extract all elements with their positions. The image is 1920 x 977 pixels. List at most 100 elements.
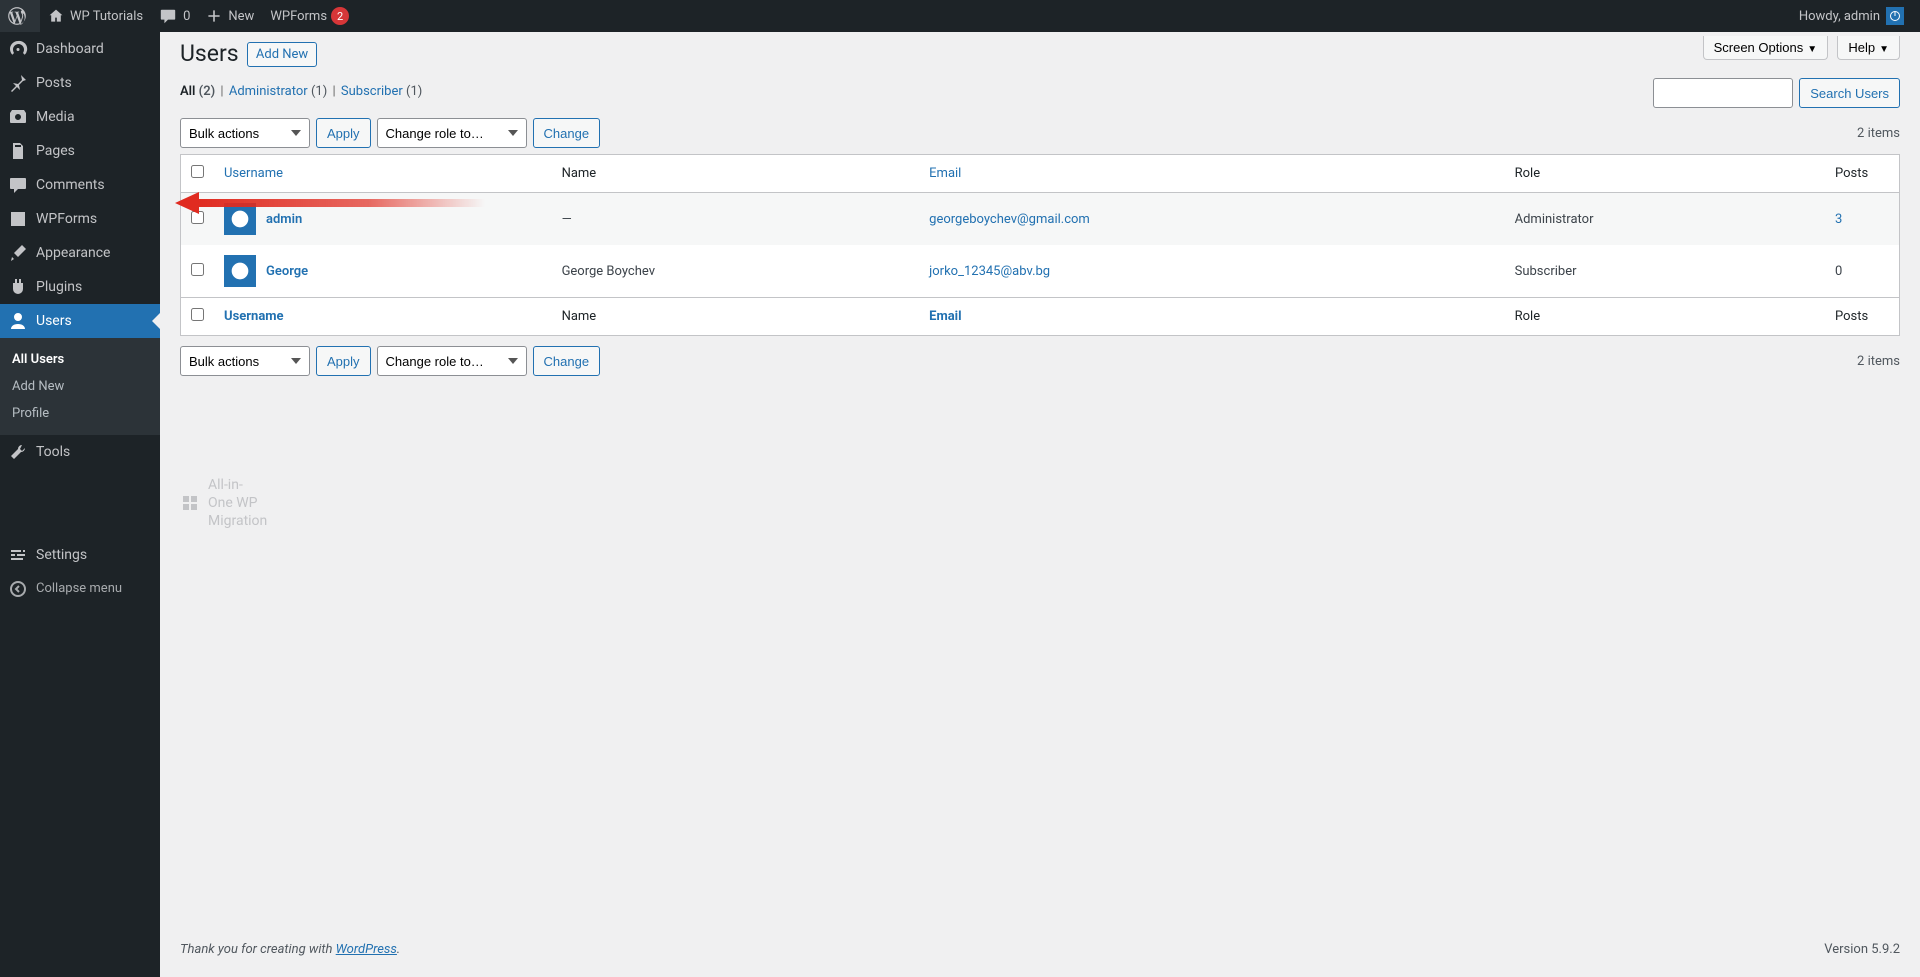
comments-count: 0 <box>183 9 190 24</box>
menu-users[interactable]: Users <box>0 304 160 338</box>
wpforms-label: WPForms <box>270 9 327 24</box>
new-label: New <box>228 9 254 24</box>
screen-options-button[interactable]: Screen Options▼ <box>1703 36 1829 60</box>
col-role-foot: Role <box>1505 297 1825 335</box>
role-cell: Subscriber <box>1505 245 1825 297</box>
home-icon <box>48 8 64 24</box>
migration-icon <box>180 493 200 513</box>
row-checkbox[interactable] <box>191 211 204 224</box>
filter-administrator[interactable]: Administrator (1) <box>229 84 327 99</box>
posts-cell: 0 <box>1825 245 1899 297</box>
menu-pages[interactable]: Pages <box>0 134 160 168</box>
dashboard-icon <box>8 39 28 59</box>
my-account[interactable]: Howdy, admin <box>1791 0 1912 32</box>
role-cell: Administrator <box>1505 193 1825 245</box>
menu-appearance[interactable]: Appearance <box>0 236 160 270</box>
wordpress-icon <box>8 7 26 25</box>
row-checkbox[interactable] <box>191 263 204 276</box>
username-link[interactable]: George <box>266 264 308 279</box>
change-button-bottom[interactable]: Change <box>533 346 601 376</box>
menu-posts[interactable]: Posts <box>0 66 160 100</box>
table-row: George George Boychev jorko_12345@abv.bg… <box>181 245 1899 297</box>
col-email-foot[interactable]: Email <box>919 297 1504 335</box>
wpforms-adminbar[interactable]: WPForms 2 <box>262 0 357 32</box>
submenu-add-new[interactable]: Add New <box>0 373 160 400</box>
email-link[interactable]: georgeboychev@gmail.com <box>929 212 1090 227</box>
wpforms-icon <box>8 209 28 229</box>
change-role-select-top[interactable]: Change role to… <box>377 118 527 148</box>
submenu-profile[interactable]: Profile <box>0 400 160 427</box>
col-name: Name <box>552 155 920 193</box>
menu-settings[interactable]: Settings <box>0 538 160 572</box>
apply-button-bottom[interactable]: Apply <box>316 346 371 376</box>
wrench-icon <box>8 442 28 462</box>
role-filters: All (2) | Administrator (1) | Subscriber… <box>180 84 1900 108</box>
avatar-icon <box>1886 7 1904 25</box>
menu-media[interactable]: Media <box>0 100 160 134</box>
collapse-icon <box>8 579 28 599</box>
howdy-text: Howdy, admin <box>1799 9 1880 24</box>
plus-icon <box>206 8 222 24</box>
site-name[interactable]: WP Tutorials <box>40 0 151 32</box>
filter-all[interactable]: All (2) <box>180 84 215 99</box>
col-email[interactable]: Email <box>919 155 1504 193</box>
menu-dashboard[interactable]: Dashboard <box>0 32 160 66</box>
search-users-button[interactable]: Search Users <box>1799 78 1900 108</box>
items-count-bottom: 2 items <box>1857 354 1900 369</box>
email-link[interactable]: jorko_12345@abv.bg <box>929 264 1050 279</box>
select-all-bottom[interactable] <box>191 308 204 321</box>
apply-button-top[interactable]: Apply <box>316 118 371 148</box>
change-button-top[interactable]: Change <box>533 118 601 148</box>
page-title: Users <box>180 40 239 67</box>
posts-link[interactable]: 3 <box>1835 212 1842 227</box>
menu-comments[interactable]: Comments <box>0 168 160 202</box>
menu-wpforms[interactable]: WPForms <box>0 202 160 236</box>
name-cell: — <box>552 193 920 245</box>
change-role-select-bottom[interactable]: Change role to… <box>377 346 527 376</box>
footer: Thank you for creating with WordPress. V… <box>160 922 1920 977</box>
bulk-actions-select-bottom[interactable]: Bulk actions <box>180 346 310 376</box>
users-submenu: All Users Add New Profile <box>0 338 160 435</box>
new-content[interactable]: New <box>198 0 262 32</box>
avatar <box>224 255 256 287</box>
chevron-down-icon: ▼ <box>1807 44 1817 55</box>
comments-link[interactable]: 0 <box>151 0 198 32</box>
help-button[interactable]: Help▼ <box>1837 36 1900 60</box>
table-row: admin — georgeboychev@gmail.com Administ… <box>181 193 1899 245</box>
menu-aiowpm[interactable]: All-in-One WP Migration <box>160 469 200 538</box>
posts-cell: 3 <box>1825 193 1899 245</box>
site-title: WP Tutorials <box>70 9 143 24</box>
menu-plugins[interactable]: Plugins <box>0 270 160 304</box>
submenu-all-users[interactable]: All Users <box>0 346 160 373</box>
search-input[interactable] <box>1653 78 1793 108</box>
version-text: Version 5.9.2 <box>1824 942 1900 957</box>
tablenav-bottom: Bulk actions Apply Change role to… Chang… <box>180 346 1900 376</box>
plug-icon <box>8 277 28 297</box>
user-icon <box>8 311 28 331</box>
username-link[interactable]: admin <box>266 212 302 227</box>
filter-subscriber[interactable]: Subscriber (1) <box>341 84 422 99</box>
wordpress-link[interactable]: WordPress <box>336 942 397 957</box>
footer-thanks: Thank you for creating with <box>180 942 336 957</box>
comment-icon <box>159 7 177 25</box>
col-name-foot: Name <box>552 297 920 335</box>
admin-bar: WP Tutorials 0 New WPForms 2 Howdy, admi… <box>0 0 1920 32</box>
comments-icon <box>8 175 28 195</box>
col-username[interactable]: Username <box>214 155 552 193</box>
collapse-menu[interactable]: Collapse menu <box>0 572 160 606</box>
col-username-foot[interactable]: Username <box>214 297 552 335</box>
col-posts-foot: Posts <box>1825 297 1899 335</box>
name-cell: George Boychev <box>552 245 920 297</box>
page-icon <box>8 141 28 161</box>
menu-tools[interactable]: Tools <box>0 435 160 469</box>
pin-icon <box>8 73 28 93</box>
sliders-icon <box>8 545 28 565</box>
content-wrap: Screen Options▼ Help▼ Users Add New All … <box>160 0 1920 376</box>
bulk-actions-select-top[interactable]: Bulk actions <box>180 118 310 148</box>
select-all-top[interactable] <box>191 165 204 178</box>
items-count-top: 2 items <box>1857 126 1900 141</box>
add-new-button[interactable]: Add New <box>247 42 317 67</box>
brush-icon <box>8 243 28 263</box>
wpforms-badge: 2 <box>331 7 349 25</box>
wp-logo[interactable] <box>0 0 40 32</box>
